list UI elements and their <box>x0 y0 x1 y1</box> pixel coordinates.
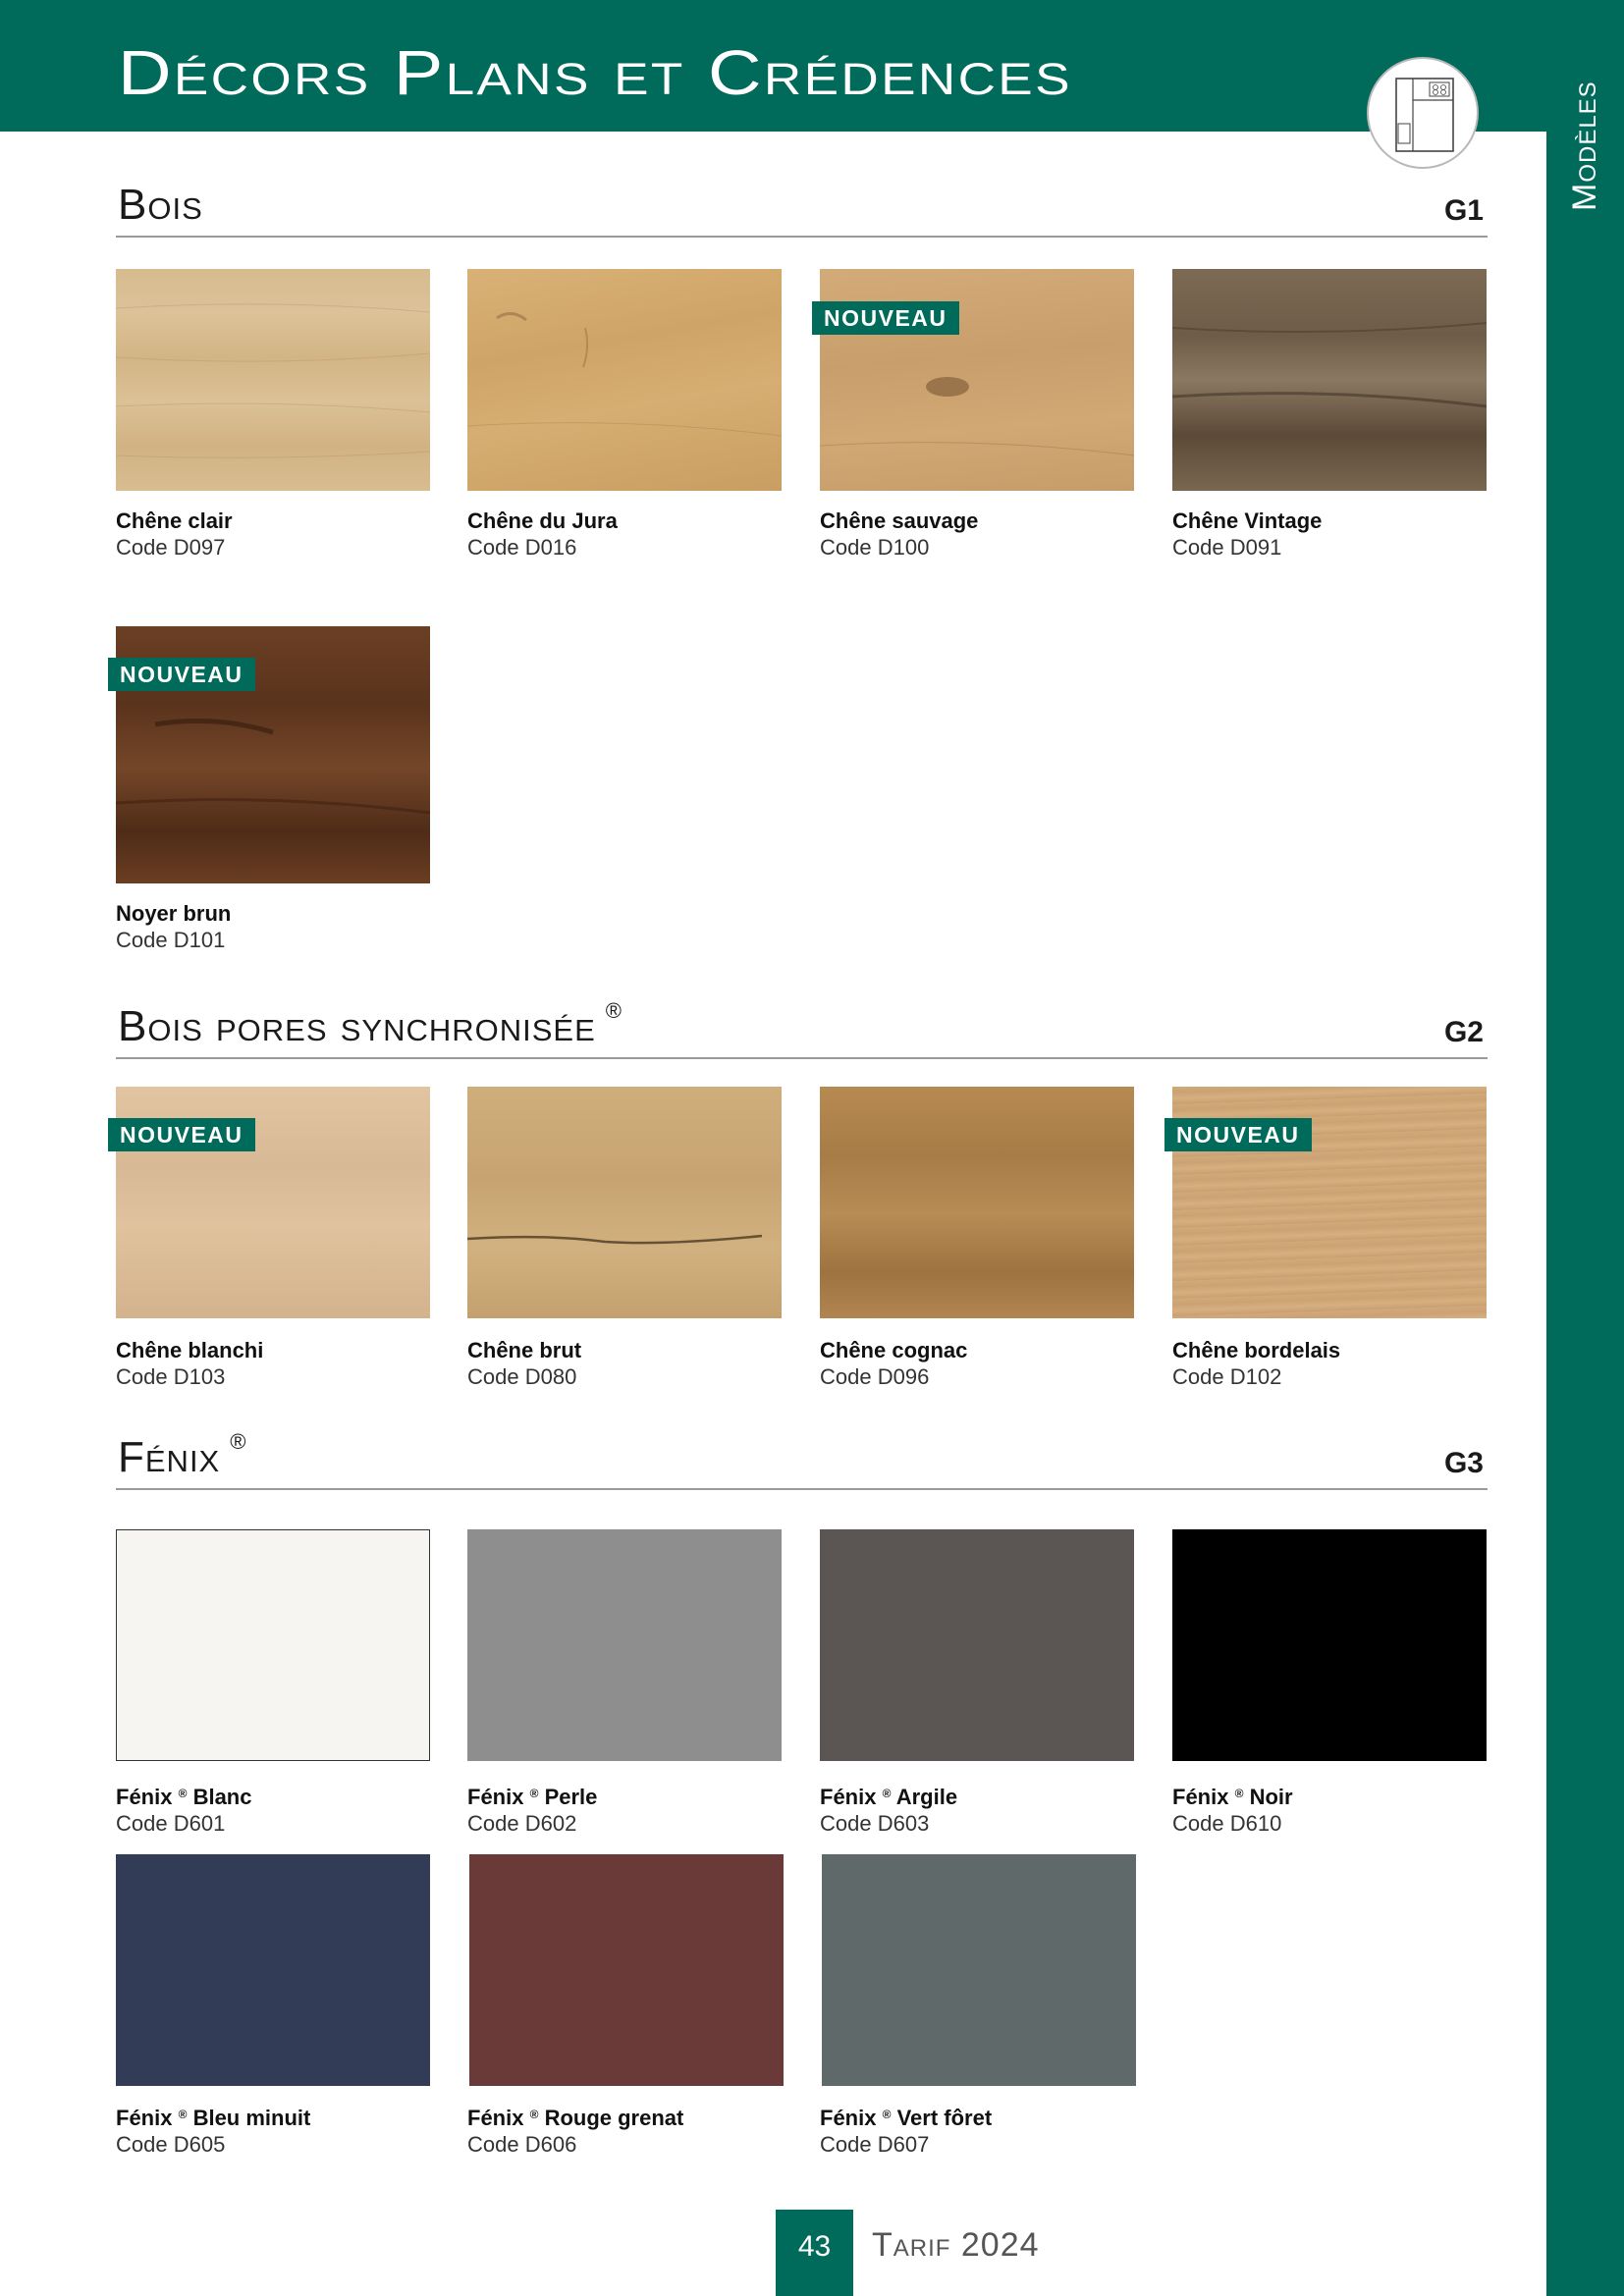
page-number: 43 <box>776 2210 853 2296</box>
swatch-fenix-perle <box>467 1529 782 1761</box>
footer-label: Tarif 2024 <box>872 2226 1040 2264</box>
swatch-chene-brut <box>467 1087 782 1318</box>
section-group-code: G2 <box>1443 1016 1484 1048</box>
section-title: Fénix ® <box>118 1429 246 1482</box>
section-group-code: G1 <box>1443 194 1484 227</box>
brand: Fénix <box>467 1785 524 1809</box>
swatch-fenix-bleu-minuit <box>116 1854 430 2086</box>
item-name: Fénix ® Blanc <box>116 1785 251 1810</box>
brand: Fénix <box>820 1785 877 1809</box>
new-badge: NOUVEAU <box>812 301 959 335</box>
trademark-mark: ® <box>605 998 623 1023</box>
item-name: Chêne du Jura <box>467 508 618 533</box>
section-group-code: G3 <box>1443 1447 1484 1479</box>
item-code: Code D101 <box>116 928 226 952</box>
trademark-mark: ® <box>230 1429 247 1454</box>
trademark-mark: ® <box>529 1787 539 1800</box>
item-name: Fénix ® Argile <box>820 1785 957 1810</box>
section-title: Bois <box>118 181 203 229</box>
brand: Fénix <box>467 2106 524 2130</box>
variant: Argile <box>895 1785 958 1809</box>
brand: Fénix <box>820 2106 877 2130</box>
variant: Perle <box>544 1785 598 1809</box>
item-code: Code D103 <box>116 1364 226 1389</box>
swatch-fenix-noir <box>1172 1529 1487 1761</box>
item-code: Code D607 <box>820 2132 930 2157</box>
variant: Blanc <box>192 1785 252 1809</box>
item-name: Chêne clair <box>116 508 233 533</box>
item-code: Code D605 <box>116 2132 226 2157</box>
item-code: Code D096 <box>820 1364 930 1389</box>
new-badge: NOUVEAU <box>1164 1118 1312 1151</box>
section-header-bois-pores: Bois pores synchronisée ® G2 <box>116 998 1488 1059</box>
item-code: Code D080 <box>467 1364 577 1389</box>
item-name: Chêne brut <box>467 1338 582 1362</box>
item-name: Fénix ® Rouge grenat <box>467 2106 683 2131</box>
item-code: Code D091 <box>1172 535 1282 560</box>
item-code: Code D603 <box>820 1811 930 1836</box>
variant: Rouge grenat <box>544 2106 684 2130</box>
trademark-mark: ® <box>882 2108 892 2121</box>
item-code: Code D102 <box>1172 1364 1282 1389</box>
new-badge: NOUVEAU <box>108 1118 255 1151</box>
side-band <box>1546 0 1624 2296</box>
trademark-mark: ® <box>178 1787 188 1800</box>
trademark-mark: ® <box>1234 1787 1244 1800</box>
trademark-mark: ® <box>882 1787 892 1800</box>
item-name: Chêne bordelais <box>1172 1338 1341 1362</box>
item-code: Code D097 <box>116 535 226 560</box>
item-name: Fénix ® Vert fôret <box>820 2106 992 2131</box>
brand: Fénix <box>116 2106 173 2130</box>
new-badge: NOUVEAU <box>108 658 255 691</box>
swatch-fenix-argile <box>820 1529 1134 1761</box>
item-name: Chêne Vintage <box>1172 508 1323 533</box>
section-title-text: Bois pores synchronisée <box>118 1002 596 1050</box>
item-code: Code D601 <box>116 1811 226 1836</box>
brand: Fénix <box>1172 1785 1229 1809</box>
item-name: Noyer brun <box>116 901 232 926</box>
trademark-mark: ® <box>178 2108 188 2121</box>
item-name: Fénix ® Perle <box>467 1785 597 1810</box>
variant: Vert fôret <box>896 2106 993 2130</box>
item-name: Fénix ® Noir <box>1172 1785 1293 1810</box>
item-name: Fénix ® Bleu minuit <box>116 2106 310 2131</box>
item-name: Chêne blanchi <box>116 1338 264 1362</box>
side-tab-label: Modèles <box>1566 80 1603 211</box>
section-header-bois: Bois G1 <box>116 181 1488 238</box>
brand: Fénix <box>116 1785 173 1809</box>
swatch-chene-clair <box>116 269 430 491</box>
variant: Noir <box>1249 1785 1293 1809</box>
item-code: Code D606 <box>467 2132 577 2157</box>
swatch-fenix-rouge-grenat <box>469 1854 784 2086</box>
section-title-text: Fénix <box>118 1433 221 1481</box>
kitchen-layout-icon <box>1367 57 1479 169</box>
item-code: Code D100 <box>820 535 930 560</box>
item-name: Chêne sauvage <box>820 508 979 533</box>
swatch-chene-cognac <box>820 1087 1134 1318</box>
variant: Bleu minuit <box>192 2106 311 2130</box>
section-title: Bois pores synchronisée ® <box>118 998 623 1051</box>
item-code: Code D602 <box>467 1811 577 1836</box>
item-name: Chêne cognac <box>820 1338 968 1362</box>
swatch-fenix-blanc <box>116 1529 430 1761</box>
swatch-chene-vintage <box>1172 269 1487 491</box>
swatch-fenix-vert-foret <box>822 1854 1136 2086</box>
trademark-mark: ® <box>529 2108 539 2121</box>
item-code: Code D016 <box>467 535 577 560</box>
item-code: Code D610 <box>1172 1811 1282 1836</box>
section-header-fenix: Fénix ® G3 <box>116 1429 1488 1490</box>
swatch-chene-du-jura <box>467 269 782 491</box>
page-title: Décors Plans et Crédences <box>118 37 1072 108</box>
